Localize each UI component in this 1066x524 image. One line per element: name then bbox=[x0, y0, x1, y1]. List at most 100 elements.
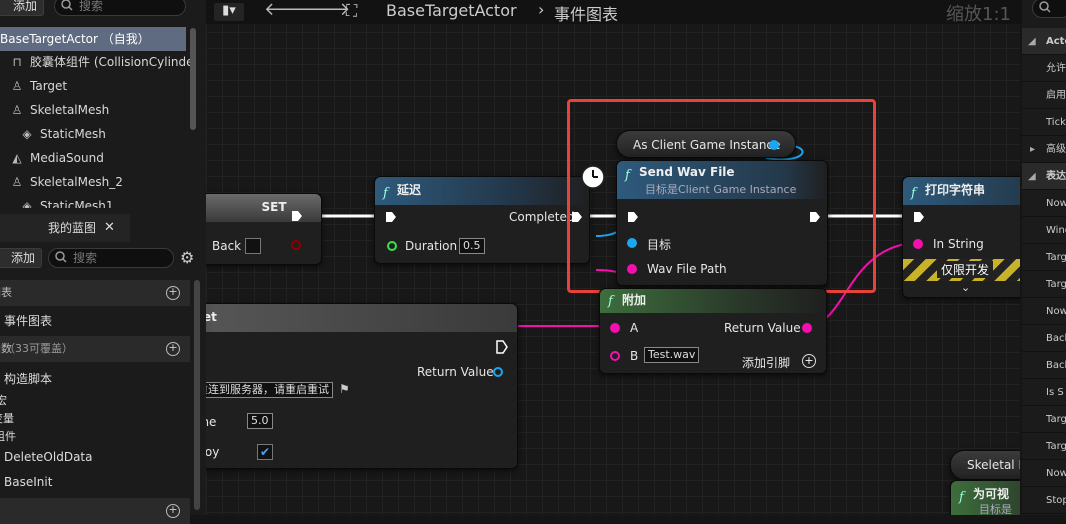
skeleton-icon: ♙ bbox=[11, 103, 23, 117]
exec-out-pin[interactable] bbox=[291, 210, 303, 222]
add-pin-label[interactable]: 添加引脚 bbox=[742, 354, 790, 371]
node-append[interactable]: f 附加 A Return Value B Test.wav 添加引脚 + bbox=[599, 288, 827, 374]
details-row[interactable]: Tick bbox=[1022, 109, 1066, 136]
details-row[interactable]: Now bbox=[1022, 190, 1066, 217]
gear-icon[interactable]: ⚙ bbox=[180, 248, 194, 267]
details-row[interactable]: Is S bbox=[1022, 379, 1066, 406]
node-create-title-widget[interactable]: Create Title Widget Return Value 与服务器连接失… bbox=[206, 303, 518, 469]
float-in-pin[interactable] bbox=[387, 241, 397, 251]
details-row[interactable]: Targ bbox=[1022, 271, 1066, 298]
string-out-pin[interactable] bbox=[802, 323, 812, 333]
function-item[interactable]: DeleteOldData bbox=[4, 450, 92, 464]
sound-icon: ◭ bbox=[12, 151, 22, 165]
section-count: （33可覆盖） bbox=[4, 342, 73, 355]
breadcrumb-actor[interactable]: BaseTargetActor bbox=[386, 1, 517, 20]
search-icon bbox=[61, 0, 73, 11]
details-panel: ◢Actor Tick 允许 启用 Tick ▸高级 ◢表达 Now Wind … bbox=[1022, 0, 1066, 515]
section-variables[interactable]: 变量 bbox=[0, 410, 14, 426]
add-function-icon[interactable]: + bbox=[166, 342, 180, 356]
component-item[interactable]: ♙ SkeletalMesh bbox=[10, 98, 110, 122]
add-component-button[interactable]: 添加 bbox=[0, 0, 44, 16]
details-row[interactable]: Targ bbox=[1022, 244, 1066, 271]
node-set-visible[interactable]: f 为可视 目标是 bbox=[950, 480, 1020, 515]
node-title-text: 为可视 bbox=[973, 487, 1010, 501]
node-subtitle: 目标是 bbox=[979, 503, 1012, 515]
close-icon[interactable]: ✕ bbox=[104, 220, 115, 235]
function-icon: f bbox=[383, 186, 388, 201]
pin-label-completed: Completed bbox=[509, 210, 575, 224]
text-input-value: 与服务器连接失败，请重连到服务器，请重启重试 bbox=[206, 383, 329, 396]
add-pin-icon[interactable]: + bbox=[802, 354, 816, 368]
back-checkbox[interactable] bbox=[245, 238, 261, 254]
section-actor-tick[interactable]: ◢ Actor Tick bbox=[1022, 28, 1066, 55]
section-rendering[interactable]: ◢ 表达 bbox=[1022, 163, 1066, 190]
exec-in-pin[interactable] bbox=[913, 211, 925, 223]
component-item[interactable]: ◈ StaticMesh1 bbox=[20, 194, 113, 208]
graph-icon: ⛶ bbox=[346, 1, 358, 20]
node-title: f 打印字符串 bbox=[903, 177, 1020, 205]
details-search-input[interactable] bbox=[1032, 0, 1066, 18]
graph-canvas[interactable]: SET Back f 延迟 Completed Duration 0.5 As C… bbox=[206, 0, 1020, 515]
time-input[interactable]: 5.0 bbox=[247, 413, 273, 429]
dev-only-label: 仅限开发 bbox=[937, 261, 994, 278]
b-input[interactable]: Test.wav bbox=[644, 347, 700, 363]
details-row[interactable]: Back bbox=[1022, 325, 1066, 352]
search-icon bbox=[55, 251, 67, 263]
details-row-advanced[interactable]: ▸ 高级 bbox=[1022, 136, 1066, 163]
pin-label-return: Return Value bbox=[724, 321, 801, 335]
forward-arrow-icon[interactable]: 🡒 bbox=[302, 0, 350, 20]
section-components[interactable]: 组件 bbox=[0, 428, 16, 444]
component-root[interactable]: BaseTargetActor （自我） bbox=[0, 27, 186, 51]
function-item-construction[interactable]: 构造脚本 bbox=[4, 370, 52, 387]
breadcrumb-graph[interactable]: 事件图表 bbox=[554, 1, 618, 25]
object-out-pin[interactable] bbox=[493, 367, 503, 377]
details-row[interactable]: Wind bbox=[1022, 217, 1066, 244]
exec-in-pin[interactable] bbox=[385, 211, 397, 223]
details-row[interactable]: 启用 bbox=[1022, 82, 1066, 109]
details-row[interactable]: Targ bbox=[1022, 406, 1066, 433]
node-delay[interactable]: f 延迟 Completed Duration 0.5 bbox=[374, 176, 590, 264]
details-row[interactable]: Targ bbox=[1022, 433, 1066, 460]
blueprint-search-input[interactable]: 搜索 bbox=[48, 248, 174, 268]
node-print-string[interactable]: f 打印字符串 In String 仅限开发 ⌄ bbox=[902, 176, 1020, 298]
details-row[interactable]: Back bbox=[1022, 352, 1066, 379]
bool-out-pin[interactable] bbox=[291, 240, 301, 250]
exec-out-pin[interactable] bbox=[495, 340, 509, 354]
skeleton-icon: ♙ bbox=[11, 79, 23, 93]
section-label: 高级 bbox=[1046, 144, 1066, 155]
add-icon[interactable]: + bbox=[166, 504, 180, 518]
component-scrollbar[interactable] bbox=[190, 28, 196, 130]
duration-input[interactable]: 0.5 bbox=[459, 238, 485, 254]
string-in-pin-a[interactable] bbox=[610, 323, 620, 333]
function-item[interactable]: BaseInit bbox=[4, 475, 52, 489]
pin-label-display-time: Display Time bbox=[206, 415, 217, 429]
auto-destroy-checkbox[interactable]: ✔ bbox=[257, 444, 273, 460]
add-graph-icon[interactable]: + bbox=[166, 286, 180, 300]
node-skeletal-cast[interactable]: Skeletal M bbox=[950, 450, 1020, 480]
section-macros[interactable]: 宏 bbox=[0, 392, 7, 408]
details-row[interactable]: Now bbox=[1022, 298, 1066, 325]
section-functions[interactable]: 函数（33可覆盖）+ bbox=[0, 336, 190, 362]
component-item[interactable]: ◭ MediaSound bbox=[10, 146, 103, 170]
text-input[interactable]: 与服务器连接失败，请重连到服务器，请重启重试 bbox=[206, 382, 333, 398]
section-graphs[interactable]: 图表 + bbox=[0, 280, 190, 306]
section-collapsed[interactable]: + bbox=[0, 498, 190, 524]
component-item[interactable]: ♙ Target bbox=[10, 74, 68, 98]
string-in-pin[interactable] bbox=[913, 239, 923, 249]
component-search-input[interactable]: 搜索 bbox=[54, 0, 186, 16]
component-item[interactable]: ♙ SkeletalMesh_2 bbox=[10, 170, 123, 194]
blueprint-scrollbar[interactable] bbox=[194, 280, 200, 510]
details-row[interactable]: Stop bbox=[1022, 487, 1066, 514]
component-item[interactable]: ⊓ 胶囊体组件 (CollisionCylinde bbox=[10, 50, 193, 74]
string-in-pin-b[interactable] bbox=[610, 351, 620, 361]
add-button[interactable]: 添加 bbox=[0, 248, 42, 268]
graph-item-event[interactable]: 事件图表 bbox=[4, 312, 52, 329]
node-set[interactable]: SET Back bbox=[206, 193, 322, 265]
bookmark-icon[interactable]: ▮▾ bbox=[214, 3, 244, 21]
expand-chevron-icon[interactable]: ⌄ bbox=[961, 281, 970, 294]
component-item[interactable]: ◈ StaticMesh bbox=[20, 122, 106, 146]
graph-toolbar: ▮▾ 🡐 🡒 ⛶ BaseTargetActor › 事件图表 缩放1:1 bbox=[206, 0, 1066, 25]
details-row[interactable]: 允许 bbox=[1022, 55, 1066, 82]
details-row[interactable]: Now bbox=[1022, 460, 1066, 487]
capsule-icon: ⊓ bbox=[12, 55, 22, 69]
